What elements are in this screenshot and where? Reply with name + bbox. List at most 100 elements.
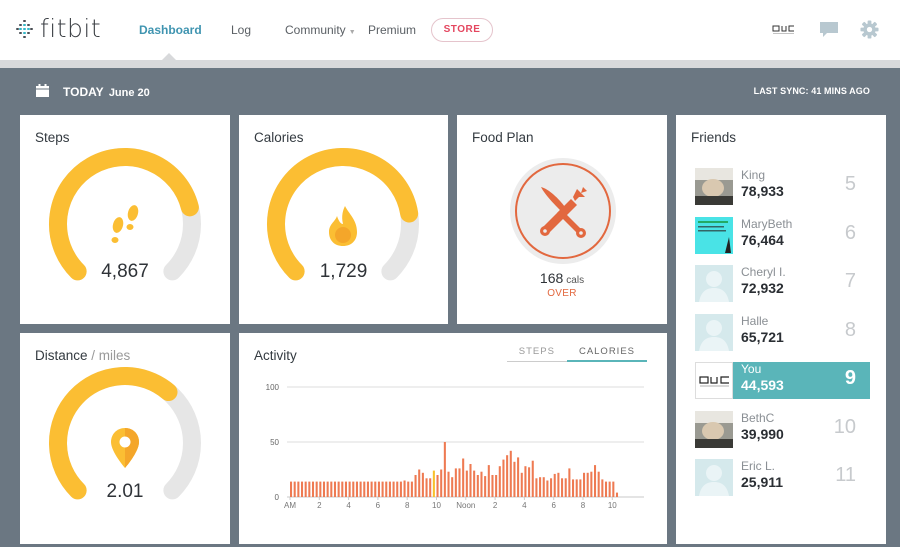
friend-name[interactable]: King (741, 168, 765, 182)
friend-row[interactable]: Cheryl I. 72,932 7 (695, 265, 870, 302)
activity-bar[interactable] (487, 465, 490, 497)
activity-bar-current[interactable] (432, 470, 435, 497)
friend-row[interactable]: Halle 65,721 8 (695, 313, 870, 351)
activity-bar[interactable] (568, 468, 571, 497)
activity-bar[interactable] (344, 481, 347, 497)
activity-bar[interactable] (546, 480, 549, 498)
activity-bar[interactable] (465, 470, 468, 497)
activity-bar[interactable] (440, 469, 443, 498)
activity-bar[interactable] (414, 475, 417, 497)
activity-bar[interactable] (451, 477, 454, 497)
activity-bar[interactable] (370, 481, 373, 497)
activity-bar[interactable] (601, 479, 604, 497)
activity-bar[interactable] (542, 477, 545, 497)
activity-bar[interactable] (454, 468, 457, 497)
profile-avatar-icon[interactable] (772, 25, 796, 35)
friend-name[interactable]: Eric L. (741, 459, 775, 473)
today-date[interactable]: TODAY June 20 (63, 85, 150, 99)
activity-bar[interactable] (341, 481, 344, 497)
distance-tile[interactable]: Distance / miles 2.01 (20, 333, 230, 544)
activity-bar[interactable] (469, 464, 472, 497)
friend-avatar[interactable] (695, 265, 733, 302)
activity-bar[interactable] (407, 481, 410, 497)
activity-bar[interactable] (436, 475, 439, 497)
activity-bar[interactable] (513, 461, 516, 497)
activity-bar[interactable] (590, 471, 593, 497)
activity-bar[interactable] (366, 481, 369, 497)
activity-bar[interactable] (308, 481, 311, 497)
calendar-icon[interactable] (36, 84, 49, 97)
food-plan-tile[interactable]: Food Plan 168 cals OVER (457, 115, 667, 324)
steps-tile[interactable]: Steps 4,867 (20, 115, 230, 324)
activity-bar[interactable] (593, 465, 597, 497)
nav-log[interactable]: Log (231, 23, 251, 37)
activity-bar[interactable] (403, 480, 406, 498)
activity-bar[interactable] (359, 481, 362, 497)
activity-bar[interactable] (462, 458, 465, 498)
activity-bar[interactable] (506, 455, 509, 497)
friend-avatar[interactable] (695, 168, 733, 205)
activity-bar[interactable] (418, 469, 421, 498)
activity-bar[interactable] (528, 467, 531, 497)
activity-bar[interactable] (561, 478, 564, 497)
activity-bar[interactable] (319, 481, 322, 497)
activity-bar[interactable] (396, 481, 399, 497)
activity-bar[interactable] (429, 478, 432, 497)
activity-bar[interactable] (304, 481, 307, 497)
activity-bar[interactable] (539, 477, 542, 497)
activity-bar[interactable] (476, 475, 479, 497)
activity-bar[interactable] (330, 481, 333, 497)
activity-bar[interactable] (421, 472, 424, 497)
activity-bar[interactable] (443, 442, 446, 497)
activity-bar[interactable] (498, 466, 501, 497)
activity-bar[interactable] (352, 481, 355, 497)
activity-bar[interactable] (553, 473, 556, 497)
activity-bar[interactable] (517, 457, 520, 497)
activity-bar[interactable] (535, 478, 538, 497)
activity-bar[interactable] (399, 481, 402, 497)
friend-name[interactable]: MaryBeth (741, 217, 792, 231)
activity-bar[interactable] (564, 478, 567, 497)
friend-name[interactable]: Halle (741, 314, 768, 328)
activity-bar[interactable] (315, 481, 318, 497)
activity-bar[interactable] (575, 479, 578, 497)
activity-bar[interactable] (524, 466, 527, 497)
activity-bar[interactable] (326, 481, 329, 497)
activity-bar[interactable] (480, 471, 483, 497)
nav-premium[interactable]: Premium (368, 23, 416, 37)
activity-bar[interactable] (572, 479, 575, 497)
activity-bar[interactable] (473, 470, 476, 497)
activity-bar[interactable] (597, 471, 600, 497)
friend-name[interactable]: BethC (741, 411, 774, 425)
activity-bar[interactable] (520, 472, 523, 497)
activity-bar[interactable] (531, 460, 534, 497)
fitbit-logo[interactable]: fitbit (16, 14, 101, 43)
activity-bar[interactable] (579, 479, 582, 497)
activity-bar[interactable] (612, 481, 615, 497)
activity-bar[interactable] (583, 472, 586, 497)
friend-row[interactable]: Eric L. 25,911 11 (695, 459, 870, 496)
activity-bar[interactable] (377, 481, 380, 497)
activity-bar[interactable] (392, 481, 395, 497)
calories-tile[interactable]: Calories 1,729 (239, 115, 448, 324)
activity-bar[interactable] (425, 478, 428, 497)
activity-bar[interactable] (300, 481, 304, 497)
store-button[interactable]: STORE (431, 18, 493, 42)
activity-bar[interactable] (491, 475, 494, 497)
activity-bar[interactable] (410, 481, 413, 497)
activity-bar[interactable] (495, 475, 498, 497)
friend-avatar[interactable] (695, 362, 733, 399)
activity-bar[interactable] (608, 481, 611, 497)
activity-bar[interactable] (385, 481, 388, 497)
activity-bar[interactable] (381, 481, 384, 497)
activity-bar[interactable] (557, 472, 560, 497)
activity-bar[interactable] (484, 476, 487, 497)
friend-avatar[interactable] (695, 459, 733, 496)
messages-icon[interactable] (819, 21, 839, 39)
friend-name[interactable]: Cheryl I. (741, 265, 786, 279)
activity-bar[interactable] (297, 481, 300, 497)
friend-avatar[interactable] (695, 410, 733, 448)
activity-bar[interactable] (355, 481, 358, 497)
activity-bar[interactable] (502, 459, 505, 497)
nav-community[interactable]: Community ▼ (285, 23, 356, 37)
